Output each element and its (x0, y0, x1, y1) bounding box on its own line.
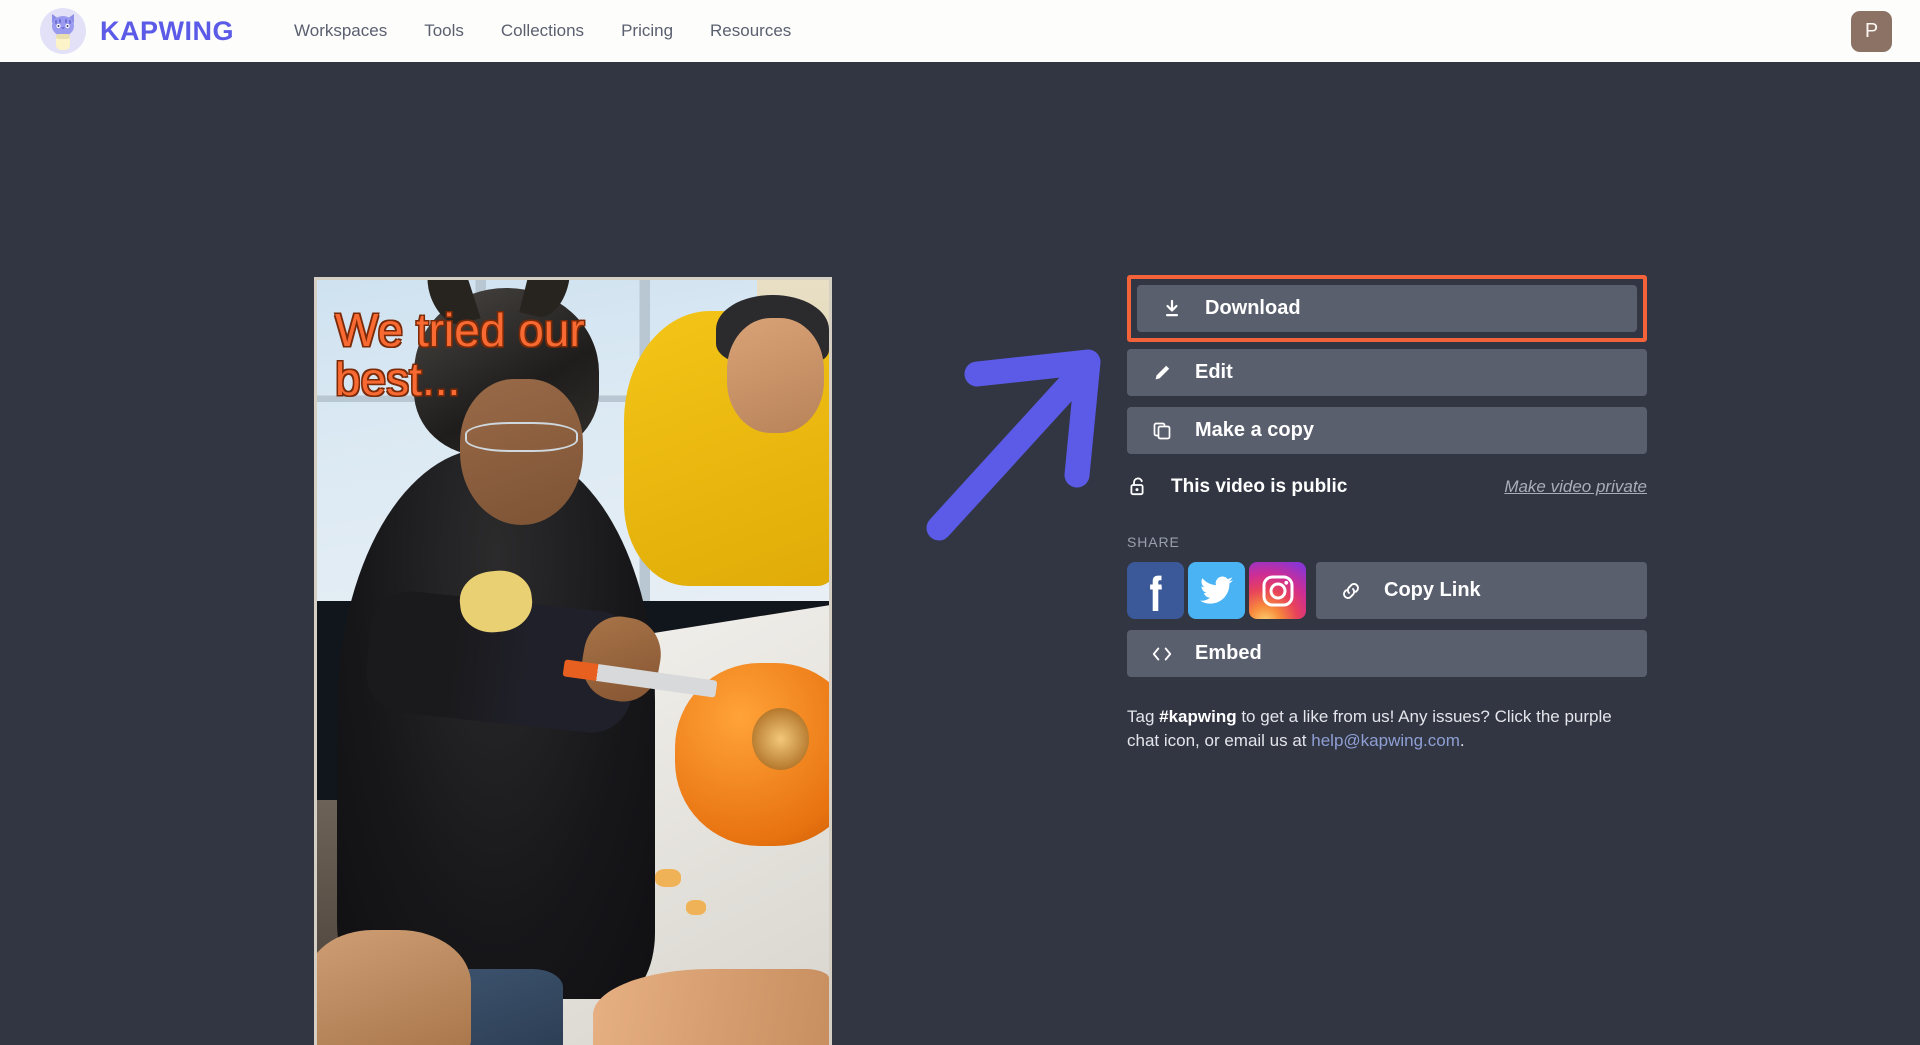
footer-note: Tag #kapwing to get a like from us! Any … (1127, 705, 1627, 753)
nav-item-tools[interactable]: Tools (424, 21, 464, 41)
copy-icon (1151, 420, 1173, 442)
facebook-icon[interactable] (1127, 562, 1184, 619)
kapwing-cat-logo-icon (40, 8, 86, 54)
edit-label: Edit (1195, 361, 1233, 383)
pencil-icon (1151, 362, 1173, 384)
brand-logo[interactable]: KAPWING (40, 8, 234, 54)
embed-label: Embed (1195, 642, 1262, 664)
unlock-icon (1127, 476, 1149, 498)
site-header: KAPWING Workspaces Tools Collections Pri… (0, 0, 1920, 62)
link-icon (1340, 580, 1362, 602)
embed-button[interactable]: Embed (1127, 630, 1647, 677)
support-email-link[interactable]: help@kapwing.com (1311, 731, 1460, 750)
download-icon (1161, 298, 1183, 320)
nav-item-collections[interactable]: Collections (501, 21, 584, 41)
download-label: Download (1205, 297, 1301, 319)
copy-link-label: Copy Link (1384, 579, 1481, 601)
main-nav: Workspaces Tools Collections Pricing Res… (294, 21, 791, 41)
footer-text-1: Tag (1127, 707, 1160, 726)
edit-button[interactable]: Edit (1127, 349, 1647, 396)
actions-panel: Download Edit Make a copy This video is … (1127, 275, 1647, 753)
share-row: Copy Link (1127, 562, 1647, 619)
footer-text-3: . (1459, 731, 1465, 751)
make-a-copy-label: Make a copy (1195, 419, 1314, 441)
nav-item-workspaces[interactable]: Workspaces (294, 21, 387, 41)
nav-item-pricing[interactable]: Pricing (621, 21, 673, 41)
visibility-status: This video is public (1171, 476, 1348, 497)
share-heading: SHARE (1127, 534, 1180, 550)
visibility-row: This video is public Make video private (1127, 474, 1647, 500)
page-body: We tried our best... Download Edit Make … (0, 62, 1920, 1045)
copy-link-button[interactable]: Copy Link (1316, 562, 1647, 619)
video-preview[interactable]: We tried our best... (314, 277, 832, 1045)
nav-item-resources[interactable]: Resources (710, 21, 791, 41)
code-brackets-icon (1151, 643, 1173, 665)
video-caption-overlay: We tried our best... (335, 304, 585, 406)
download-button[interactable]: Download (1137, 285, 1637, 332)
up-right-arrow-icon (925, 342, 1110, 542)
footer-hashtag: #kapwing (1159, 707, 1237, 726)
brand-name: KAPWING (100, 15, 234, 46)
avatar[interactable]: P (1851, 11, 1892, 52)
make-video-private-link[interactable]: Make video private (1504, 477, 1647, 497)
download-highlight-box: Download (1127, 275, 1647, 342)
make-a-copy-button[interactable]: Make a copy (1127, 407, 1647, 454)
instagram-icon[interactable] (1249, 562, 1306, 619)
twitter-icon[interactable] (1188, 562, 1245, 619)
